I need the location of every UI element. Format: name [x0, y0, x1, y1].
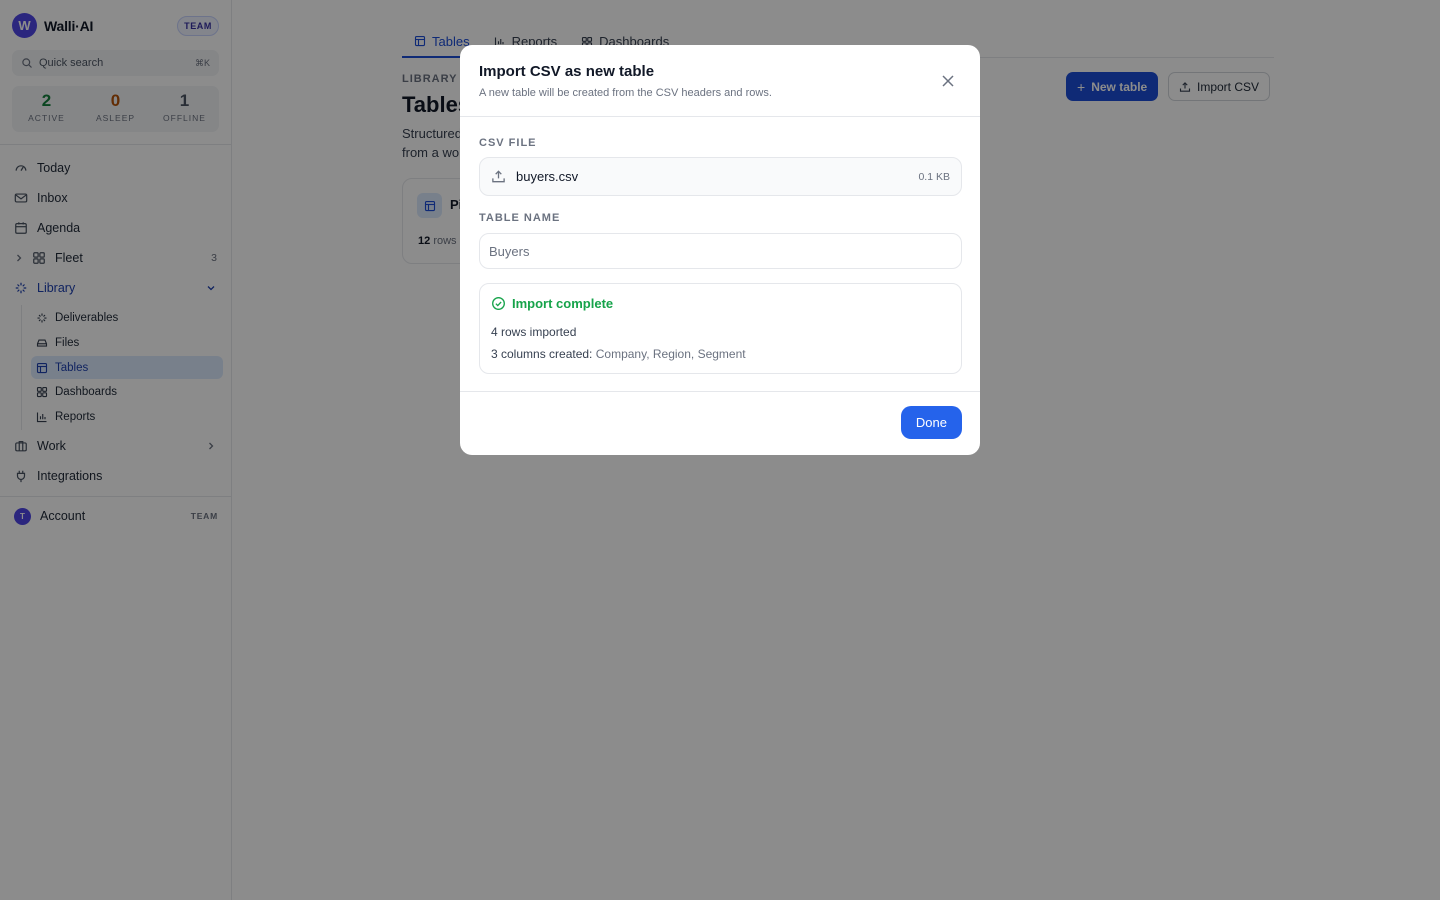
dialog-subtitle: A new table will be created from the CSV… — [479, 87, 772, 99]
upload-icon — [492, 170, 505, 183]
import-csv-dialog: Import CSV as new table A new table will… — [460, 45, 980, 455]
check-circle-icon — [492, 297, 505, 310]
import-result: Import complete 4 rows imported 3 column… — [479, 283, 962, 374]
dialog-header: Import CSV as new table A new table will… — [460, 45, 980, 117]
import-result-title: Import complete — [491, 296, 613, 311]
csv-file-label: CSV FILE — [479, 137, 537, 149]
columns-created: 3 columns created: Company, Region, Segm… — [491, 347, 746, 361]
csv-file-picker[interactable]: buyers.csv 0.1 KB — [479, 157, 962, 196]
rows-imported: 4 rows imported — [491, 325, 577, 339]
done-button[interactable]: Done — [900, 406, 962, 439]
import-result-title-text: Import complete — [512, 296, 614, 311]
table-name-input[interactable] — [479, 233, 962, 269]
dialog-title: Import CSV as new table — [479, 63, 655, 80]
csv-file-size: 0.1 KB — [918, 170, 950, 183]
columns-created-prefix: 3 columns created: — [491, 347, 593, 361]
columns-created-list: Company, Region, Segment — [595, 347, 746, 361]
close-icon[interactable] — [940, 73, 956, 89]
dialog-footer: Done — [460, 391, 980, 455]
csv-file-name: buyers.csv — [516, 169, 579, 184]
table-name-label: TABLE NAME — [479, 212, 561, 224]
